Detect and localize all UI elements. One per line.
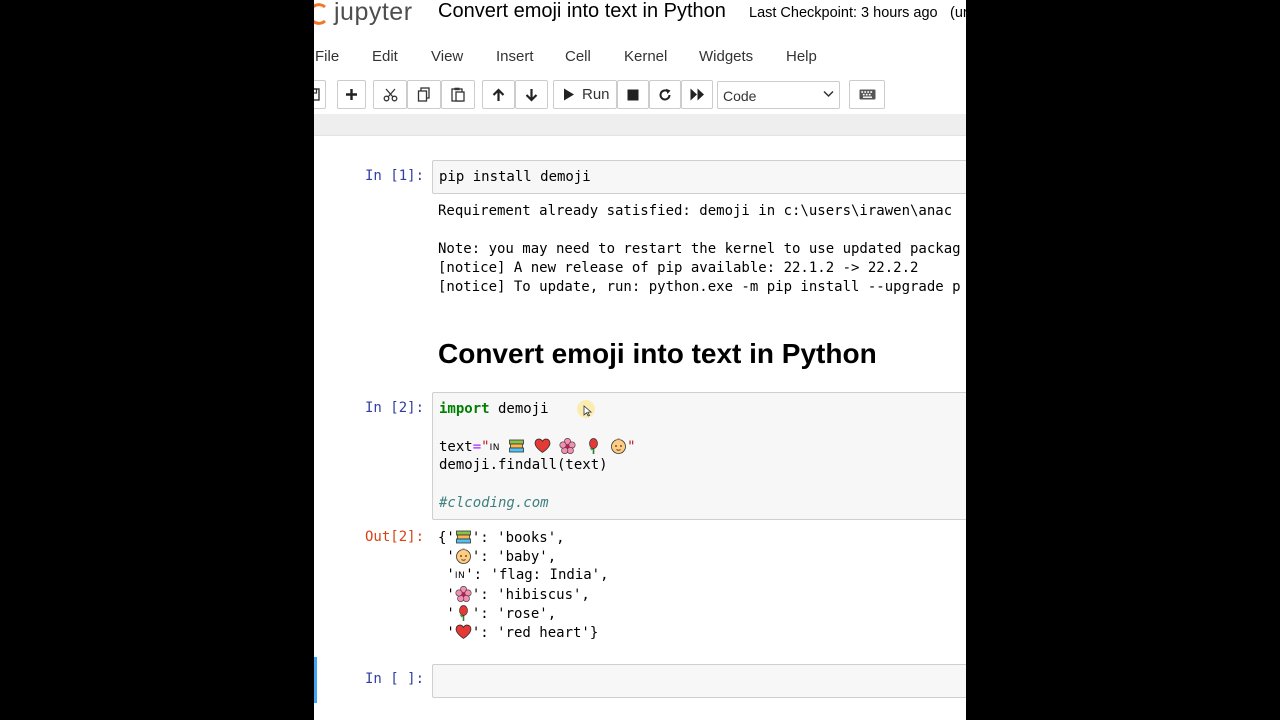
cell-type-value: Code bbox=[723, 88, 757, 104]
mouse-pointer-icon bbox=[583, 405, 593, 417]
arrow-up-icon bbox=[492, 87, 505, 101]
autosave-status: (ur bbox=[950, 5, 966, 21]
stop-icon bbox=[627, 89, 639, 100]
india-flag-emoji: IN bbox=[489, 443, 500, 453]
restart-icon bbox=[659, 88, 671, 100]
checkpoint-status: Last Checkpoint: 3 hours ago bbox=[749, 5, 938, 21]
plus-icon bbox=[346, 89, 357, 100]
cell-type-select[interactable]: Code bbox=[717, 81, 840, 109]
cell-2-out-prompt: Out[2]: bbox=[365, 529, 425, 545]
mouse-cursor-highlight bbox=[577, 400, 595, 418]
notebook-title[interactable]: Convert emoji into text in Python bbox=[438, 0, 726, 23]
notebook-window: jupyter Convert emoji into text in Pytho… bbox=[314, 0, 966, 720]
output-line: {' ': 'books', bbox=[438, 530, 565, 546]
operator: = bbox=[472, 439, 482, 455]
interrupt-kernel-button[interactable] bbox=[617, 80, 649, 109]
output-line: ' ': 'hibiscus', bbox=[438, 586, 590, 603]
rose-emoji-icon bbox=[459, 605, 468, 621]
baby-emoji-icon bbox=[611, 438, 627, 454]
menu-file[interactable]: File bbox=[315, 48, 339, 65]
chevron-down-icon bbox=[823, 90, 834, 98]
paste-icon bbox=[451, 87, 465, 102]
move-down-button[interactable] bbox=[515, 80, 548, 109]
cell-1-in-prompt: In [1]: bbox=[365, 168, 425, 184]
copy-button[interactable] bbox=[407, 80, 441, 109]
cell-1-input[interactable]: pip install demoji bbox=[432, 160, 966, 194]
menu-insert[interactable]: Insert bbox=[496, 48, 534, 65]
menu-kernel[interactable]: Kernel bbox=[624, 48, 667, 65]
jupyter-logo-icon[interactable] bbox=[314, 3, 326, 25]
keyboard-icon bbox=[859, 89, 875, 100]
output-line: ' ': 'baby', bbox=[438, 548, 557, 565]
menu-view[interactable]: View bbox=[431, 48, 463, 65]
books-emoji-icon bbox=[455, 530, 471, 544]
save-button[interactable] bbox=[314, 80, 326, 109]
toolbar-separator bbox=[314, 114, 966, 136]
output-line: ' ': 'rose', bbox=[438, 605, 557, 622]
menu-edit[interactable]: Edit bbox=[372, 48, 398, 65]
string-open-quote: " bbox=[481, 439, 490, 455]
red-heart-emoji-icon bbox=[534, 438, 551, 453]
toolbar: Run Code bbox=[314, 80, 966, 110]
arrow-down-icon bbox=[525, 88, 538, 102]
cut-button[interactable] bbox=[373, 80, 407, 109]
jupyter-logo-text[interactable]: jupyter bbox=[334, 0, 413, 27]
hibiscus-emoji-icon bbox=[559, 438, 576, 454]
hibiscus-emoji-icon bbox=[455, 586, 472, 602]
copy-icon bbox=[417, 87, 430, 102]
red-heart-emoji-icon bbox=[455, 624, 472, 639]
cell-3-in-prompt: In [ ]: bbox=[365, 671, 425, 687]
cell-1-code[interactable]: pip install demoji bbox=[439, 169, 591, 185]
code-line-text-assign: text="IN " bbox=[439, 438, 636, 455]
output-line: [notice] A new release of pip available:… bbox=[438, 260, 919, 276]
insert-cell-button[interactable] bbox=[337, 80, 366, 109]
save-icon bbox=[314, 88, 320, 101]
baby-emoji-icon bbox=[455, 548, 471, 564]
paste-button[interactable] bbox=[441, 80, 475, 109]
menu-widgets[interactable]: Widgets bbox=[699, 48, 753, 65]
restart-run-all-button[interactable] bbox=[681, 80, 713, 109]
cell-2-in-prompt: In [2]: bbox=[365, 400, 425, 416]
code-comment: #clcoding.com bbox=[439, 495, 549, 511]
run-button[interactable]: Run bbox=[553, 80, 617, 109]
run-button-label: Run bbox=[582, 86, 610, 103]
menu-help[interactable]: Help bbox=[786, 48, 817, 65]
menu-cell[interactable]: Cell bbox=[565, 48, 591, 65]
menubar: File Edit View Insert Cell Kernel Widget… bbox=[314, 44, 966, 72]
string-close-quote: " bbox=[627, 439, 636, 455]
header: jupyter Convert emoji into text in Pytho… bbox=[314, 0, 966, 30]
cell-3-input[interactable] bbox=[432, 664, 966, 698]
play-icon bbox=[564, 88, 574, 101]
rose-emoji-icon bbox=[588, 438, 598, 454]
keyword: import bbox=[439, 401, 490, 417]
output-line: ' ': 'red heart'} bbox=[438, 624, 599, 641]
code-line-import: import demoji bbox=[439, 401, 549, 417]
books-emoji-icon bbox=[509, 439, 525, 453]
india-flag-emoji: IN bbox=[454, 571, 466, 581]
output-line: Requirement already satisfied: demoji in… bbox=[438, 203, 953, 219]
fast-forward-icon bbox=[690, 88, 704, 101]
command-palette-button[interactable] bbox=[849, 80, 885, 109]
move-up-button[interactable] bbox=[482, 80, 515, 109]
variable: text bbox=[439, 439, 473, 455]
cell-2-input[interactable]: import demoji text="IN " demoji.findall(… bbox=[432, 392, 966, 520]
scissors-icon bbox=[383, 88, 397, 101]
restart-kernel-button[interactable] bbox=[649, 80, 681, 109]
markdown-heading: Convert emoji into text in Python bbox=[438, 338, 877, 369]
output-line: [notice] To update, run: python.exe -m p… bbox=[438, 279, 961, 295]
output-line: Note: you may need to restart the kernel… bbox=[438, 241, 961, 257]
module-name: demoji bbox=[489, 401, 549, 417]
output-line: 'IN': 'flag: India', bbox=[438, 567, 609, 583]
selected-cell-indicator bbox=[314, 657, 317, 703]
code-line-findall: demoji.findall(text) bbox=[439, 457, 608, 473]
